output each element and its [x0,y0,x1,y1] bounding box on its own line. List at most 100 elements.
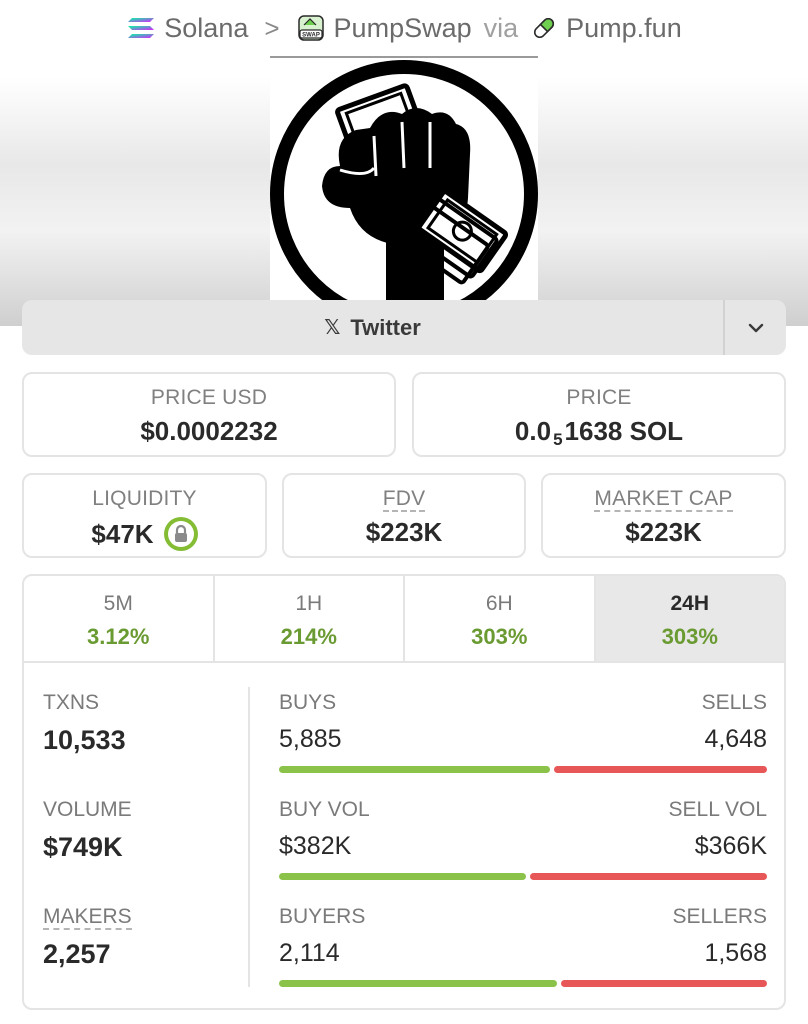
price-native-card: PRICE 0.0 5 1638 SOL [412,372,786,457]
liquidity-label: LIQUIDITY [92,487,197,510]
buyers-value: 2,114 [279,939,340,967]
sell-vol-label: SELL VOL [668,798,767,821]
solana-icon [128,18,155,38]
via-text: via [483,12,519,43]
tab-label: 6H [485,592,513,615]
social-links-bar: 𝕏 Twitter [22,300,786,355]
makers-row: MAKERS 2,257 BUYERS SELLERS 2,114 1,568 [24,905,784,1008]
volume-label: VOLUME [43,798,132,821]
volume-value: $749K [43,832,123,862]
buy-vol-value: $382K [279,832,352,860]
dex-name: PumpSwap [333,12,472,43]
txns-row: TXNS 10,533 BUYS SELLS 5,885 4,648 [24,691,784,796]
chain-name: Solana [164,12,249,43]
market-cap-value-text: $223K [625,517,702,547]
txns-ratio-bar [279,766,767,773]
sellers-label: SELLERS [672,905,767,928]
makers-ratio-bar [279,980,767,987]
stats-panel: 5M 3.12% 1H 214% 6H 303% 24H 303% TXNS 1… [22,574,786,1010]
sell-bar [553,766,767,773]
padlock-glyph [174,525,187,542]
price-native-value: 0.0 5 1638 SOL [414,416,784,449]
trade-metrics: TXNS 10,533 BUYS SELLS 5,885 4,648 VOLUME … [24,663,784,1008]
txns-breakdown: BUYS SELLS 5,885 4,648 [279,691,767,773]
fist-money-icon [270,60,538,302]
tab-label: 24H [670,592,710,615]
volume-summary: VOLUME $749K [43,798,132,863]
pill-icon [534,17,555,39]
tab-1h[interactable]: 1H 214% [215,576,405,661]
makers-breakdown: BUYERS SELLERS 2,114 1,568 [279,905,767,987]
breadcrumb: Solana > SWAP PumpSwap via Pump.fun [0,0,808,56]
sellers-value: 1,568 [704,939,767,967]
breadcrumb-chain[interactable]: Solana [126,13,248,44]
price-prefix: 0.0 [514,416,552,446]
launchpad-name: Pump.fun [566,12,682,43]
price-suffix: 1638 SOL [564,416,684,446]
price-usd-value: $0.0002232 [24,416,394,447]
txns-summary: TXNS 10,533 [43,691,126,756]
volume-breakdown: BUY VOL SELL VOL $382K $366K [279,798,767,880]
tab-6h[interactable]: 6H 303% [405,576,596,661]
fdv-card: FDV $223K [282,473,526,558]
makers-summary: MAKERS 2,257 [43,905,132,970]
expand-links-button[interactable] [723,300,786,355]
sell-vol-value: $366K [694,832,767,860]
buy-bar [279,873,526,880]
price-label: PRICE [566,386,632,409]
pumpswap-icon: SWAP [297,15,324,41]
tab-change: 303% [471,624,528,649]
makers-value: 2,257 [43,939,111,969]
buy-bar [279,980,558,987]
price-zero-count: 5 [553,429,563,449]
buyers-label: BUYERS [279,905,366,928]
sell-bar [529,873,767,880]
volume-ratio-bar [279,873,767,880]
liquidity-value-row: $47K [24,517,265,551]
txns-label: TXNS [43,691,100,714]
market-cap-card: MARKET CAP $223K [541,473,786,558]
breadcrumb-launchpad[interactable]: Pump.fun [530,13,682,44]
makers-label[interactable]: MAKERS [43,905,132,930]
breadcrumb-separator: > [264,12,280,43]
tab-24h[interactable]: 24H 303% [595,576,784,661]
swap-badge-text: SWAP [302,33,320,39]
price-usd-label: PRICE USD [150,386,268,409]
market-cap-label-text: MARKET CAP [594,487,733,512]
tab-change: 3.12% [87,624,150,649]
tab-label: 5M [103,592,133,615]
fdv-value: $223K [284,517,524,548]
sells-label: SELLS [701,691,767,714]
buy-vol-label: BUY VOL [279,798,370,821]
volume-row: VOLUME $749K BUY VOL SELL VOL $382K $366K [24,798,784,903]
chevron-down-icon [748,323,763,332]
tab-5m[interactable]: 5M 3.12% [24,576,215,661]
token-logo [270,56,538,302]
market-cap-value: $223K [543,517,784,548]
price-usd-card: PRICE USD $0.0002232 [22,372,396,457]
buys-value: 5,885 [279,725,342,753]
twitter-label: Twitter [350,314,421,340]
breadcrumb-dex[interactable]: SWAP PumpSwap [296,13,472,44]
fdv-label-text: FDV [382,487,426,512]
market-cap-label[interactable]: MARKET CAP [543,487,784,512]
fdv-value-text: $223K [365,517,443,547]
makers-label-text: MAKERS [43,905,132,930]
sell-bar [561,980,767,987]
liquidity-value: $47K [91,518,154,549]
sells-value: 4,648 [704,725,767,753]
twitter-link-button[interactable]: 𝕏 Twitter [22,300,723,355]
tab-change: 303% [661,624,718,649]
price-usd-text: $0.0002232 [140,416,278,446]
tab-label: 1H [295,592,323,615]
liquidity-card: LIQUIDITY $47K [22,473,267,558]
timeframe-tabs: 5M 3.12% 1H 214% 6H 303% 24H 303% [24,576,784,663]
buys-label: BUYS [279,691,337,714]
tab-change: 214% [280,624,337,649]
txns-value: 10,533 [43,725,126,755]
buy-bar [279,766,550,773]
lock-inner [167,521,194,547]
fdv-label[interactable]: FDV [284,487,524,512]
lock-icon[interactable] [163,517,198,551]
x-icon: 𝕏 [324,317,341,339]
